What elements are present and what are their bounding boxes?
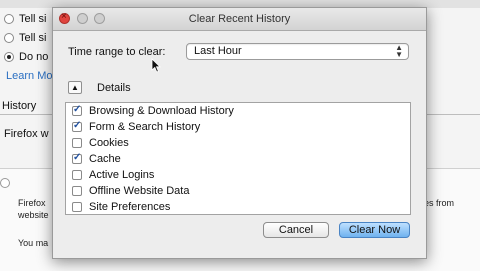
history-heading: History xyxy=(2,100,37,112)
list-item-label: Offline Website Data xyxy=(89,185,190,197)
list-item[interactable]: Browsing & Download History xyxy=(66,103,410,119)
history-option-label: Do no xyxy=(19,51,49,63)
radio-icon[interactable] xyxy=(4,14,14,24)
collapse-arrow-icon: ▲ xyxy=(71,83,79,92)
checkbox-icon[interactable] xyxy=(72,202,82,212)
history-option-2[interactable]: Tell si xyxy=(4,32,47,44)
radio-icon[interactable] xyxy=(0,178,10,188)
panel-text-line: You ma xyxy=(18,238,49,248)
time-range-select[interactable]: Last Hour ▲ ▼ xyxy=(186,43,409,60)
list-item-label: Site Preferences xyxy=(89,201,171,213)
list-item[interactable]: Cache xyxy=(66,151,410,167)
mouse-pointer-icon xyxy=(151,58,161,73)
checkbox-checked-icon[interactable] xyxy=(72,152,82,164)
details-label: Details xyxy=(97,82,131,94)
checkbox-checked-icon[interactable] xyxy=(72,120,82,132)
firefox-will-label: Firefox w xyxy=(4,128,49,140)
time-range-label: Time range to clear: xyxy=(68,46,166,58)
dialog-titlebar: Clear Recent History xyxy=(53,8,426,31)
panel-text-line: website xyxy=(18,210,49,220)
list-item-label: Active Logins xyxy=(89,169,155,181)
dialog-title: Clear Recent History xyxy=(188,13,291,25)
history-option-1[interactable]: Tell si xyxy=(4,13,47,25)
list-item[interactable]: Site Preferences xyxy=(66,199,410,215)
radio-selected-icon[interactable] xyxy=(4,52,14,62)
list-item-label: Form & Search History xyxy=(89,121,201,133)
list-item[interactable]: Offline Website Data xyxy=(66,183,410,199)
list-item-label: Cookies xyxy=(89,137,129,149)
history-option-3[interactable]: Do no xyxy=(4,51,48,63)
select-arrows-icon: ▲ ▼ xyxy=(395,43,403,59)
history-option-label: Tell si xyxy=(19,13,47,25)
panel-text-tail: es from xyxy=(424,198,455,208)
list-item-label: Cache xyxy=(89,153,121,165)
checkbox-icon[interactable] xyxy=(72,186,82,196)
learn-more-link[interactable]: Learn Mo xyxy=(6,70,52,82)
list-item[interactable]: Form & Search History xyxy=(66,119,410,135)
details-toggle-button[interactable]: ▲ xyxy=(68,81,82,94)
list-item[interactable]: Active Logins xyxy=(66,167,410,183)
radio-icon[interactable] xyxy=(4,33,14,43)
history-items-list: Browsing & Download History Form & Searc… xyxy=(65,102,411,215)
checkbox-icon[interactable] xyxy=(72,170,82,180)
panel-text-line: Firefox xyxy=(18,198,46,208)
clear-history-dialog: Clear Recent History Time range to clear… xyxy=(52,7,427,259)
cancel-button[interactable]: Cancel xyxy=(263,222,329,238)
checkbox-icon[interactable] xyxy=(72,138,82,148)
history-option-label: Tell si xyxy=(19,32,47,44)
checkbox-checked-icon[interactable] xyxy=(72,104,82,116)
time-range-value: Last Hour xyxy=(194,45,242,57)
list-item[interactable]: Cookies xyxy=(66,135,410,151)
list-item-label: Browsing & Download History xyxy=(89,105,234,117)
clear-now-button[interactable]: Clear Now xyxy=(339,222,410,238)
